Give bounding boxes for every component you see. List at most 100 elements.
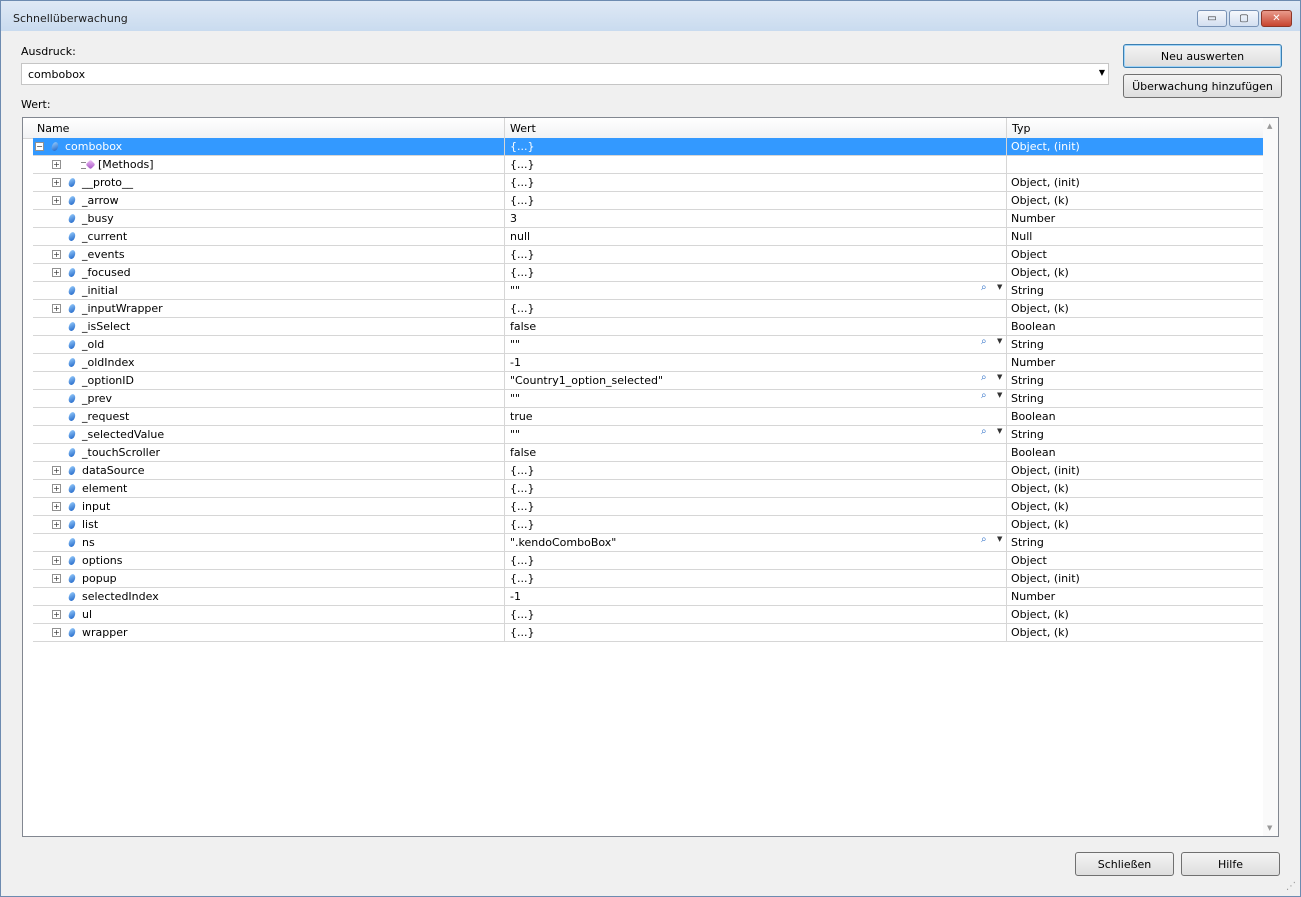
cell-value[interactable]: {...}: [510, 300, 535, 317]
magnifier-icon[interactable]: ⌕: [981, 426, 987, 437]
cell-value[interactable]: "": [510, 336, 520, 353]
expand-icon[interactable]: +: [52, 268, 61, 277]
expand-icon[interactable]: +: [52, 304, 61, 313]
cell-value[interactable]: {...}: [510, 246, 535, 263]
cell-value[interactable]: {...}: [510, 552, 535, 569]
expand-icon[interactable]: +: [52, 556, 61, 565]
chevron-down-icon[interactable]: ▼: [1099, 68, 1105, 77]
table-row[interactable]: _isSelect false Boolean: [33, 318, 1263, 336]
scroll-up-icon[interactable]: ▲: [1267, 122, 1272, 130]
reevaluate-button[interactable]: Neu auswerten: [1123, 44, 1282, 68]
magnifier-icon[interactable]: ⌕: [981, 390, 987, 401]
expand-icon[interactable]: +: [52, 178, 61, 187]
expand-icon[interactable]: +: [52, 628, 61, 637]
table-row[interactable]: + __proto__ {...} Object, (init): [33, 174, 1263, 192]
vertical-scrollbar[interactable]: ▲ ▼: [1263, 118, 1278, 836]
table-row[interactable]: + _arrow {...} Object, (k): [33, 192, 1263, 210]
table-row[interactable]: + wrapper {...} Object, (k): [33, 624, 1263, 642]
table-row[interactable]: _touchScroller false Boolean: [33, 444, 1263, 462]
magnifier-icon[interactable]: ⌕: [981, 534, 987, 545]
cell-value[interactable]: {...}: [510, 570, 535, 587]
visualizer-dropdown-icon[interactable]: ▼: [997, 535, 1002, 543]
expand-icon[interactable]: +: [52, 574, 61, 583]
cell-value[interactable]: {...}: [510, 516, 535, 533]
table-row[interactable]: + ul {...} Object, (k): [33, 606, 1263, 624]
magnifier-icon[interactable]: ⌕: [981, 282, 987, 293]
cell-value[interactable]: -1: [510, 354, 521, 371]
close-window-button[interactable]: ✕: [1261, 10, 1292, 27]
table-row[interactable]: _current null Null: [33, 228, 1263, 246]
cell-value[interactable]: {...}: [510, 174, 535, 191]
table-row[interactable]: _initial "" ⌕ ▼ String: [33, 282, 1263, 300]
cell-value[interactable]: 3: [510, 210, 517, 227]
expand-icon[interactable]: +: [52, 196, 61, 205]
visualizer-dropdown-icon[interactable]: ▼: [997, 391, 1002, 399]
column-header-value[interactable]: Wert: [510, 122, 536, 135]
cell-value[interactable]: "": [510, 390, 520, 407]
table-row[interactable]: + _events {...} Object: [33, 246, 1263, 264]
cell-value[interactable]: {...}: [510, 156, 535, 173]
table-row[interactable]: + options {...} Object: [33, 552, 1263, 570]
collapse-icon[interactable]: −: [35, 142, 44, 151]
visualizer-dropdown-icon[interactable]: ▼: [997, 427, 1002, 435]
table-row[interactable]: + _inputWrapper {...} Object, (k): [33, 300, 1263, 318]
table-row[interactable]: + _focused {...} Object, (k): [33, 264, 1263, 282]
expand-icon[interactable]: +: [52, 484, 61, 493]
expression-input[interactable]: combobox: [28, 68, 85, 81]
table-row[interactable]: _prev "" ⌕ ▼ String: [33, 390, 1263, 408]
table-row[interactable]: − combobox {...} Object, (init): [33, 138, 1263, 156]
cell-value[interactable]: false: [510, 444, 536, 461]
table-row[interactable]: + popup {...} Object, (init): [33, 570, 1263, 588]
cell-value[interactable]: null: [510, 228, 530, 245]
table-row[interactable]: + input {...} Object, (k): [33, 498, 1263, 516]
visualizer-dropdown-icon[interactable]: ▼: [997, 337, 1002, 345]
magnifier-icon[interactable]: ⌕: [981, 372, 987, 383]
add-watch-button[interactable]: Überwachung hinzufügen: [1123, 74, 1282, 98]
visualizer-dropdown-icon[interactable]: ▼: [997, 373, 1002, 381]
table-row[interactable]: _optionID "Country1_option_selected" ⌕ ▼ Str…: [33, 372, 1263, 390]
cell-value[interactable]: "Country1_option_selected": [510, 372, 663, 389]
column-divider[interactable]: [1006, 118, 1007, 138]
table-row[interactable]: _busy 3 Number: [33, 210, 1263, 228]
scroll-down-icon[interactable]: ▼: [1267, 824, 1272, 832]
help-button[interactable]: Hilfe: [1181, 852, 1280, 876]
table-row[interactable]: + dataSource {...} Object, (init): [33, 462, 1263, 480]
expand-icon[interactable]: +: [52, 250, 61, 259]
expand-icon[interactable]: +: [52, 610, 61, 619]
cell-value[interactable]: ".kendoComboBox": [510, 534, 616, 551]
table-row[interactable]: + element {...} Object, (k): [33, 480, 1263, 498]
cell-value[interactable]: -1: [510, 588, 521, 605]
column-header-type[interactable]: Typ: [1012, 122, 1031, 135]
column-header-name[interactable]: Name: [37, 122, 69, 135]
close-button[interactable]: Schließen: [1075, 852, 1174, 876]
minimize-button[interactable]: ▭: [1197, 10, 1227, 27]
table-row[interactable]: ns ".kendoComboBox" ⌕ ▼ String: [33, 534, 1263, 552]
table-row[interactable]: selectedIndex -1 Number: [33, 588, 1263, 606]
expand-icon[interactable]: +: [52, 160, 61, 169]
table-row[interactable]: _old "" ⌕ ▼ String: [33, 336, 1263, 354]
cell-value[interactable]: {...}: [510, 606, 535, 623]
table-row[interactable]: _oldIndex -1 Number: [33, 354, 1263, 372]
expand-icon[interactable]: +: [52, 466, 61, 475]
title-bar[interactable]: Schnellüberwachung ▭ ▢ ✕: [1, 1, 1300, 31]
visualizer-dropdown-icon[interactable]: ▼: [997, 283, 1002, 291]
column-divider[interactable]: [504, 118, 505, 138]
cell-value[interactable]: {...}: [510, 480, 535, 497]
cell-value[interactable]: {...}: [510, 462, 535, 479]
cell-value[interactable]: false: [510, 318, 536, 335]
maximize-button[interactable]: ▢: [1229, 10, 1259, 27]
expand-icon[interactable]: +: [52, 502, 61, 511]
cell-value[interactable]: "": [510, 426, 520, 443]
table-row[interactable]: + [Methods] {...}: [33, 156, 1263, 174]
table-row[interactable]: + list {...} Object, (k): [33, 516, 1263, 534]
expression-combobox[interactable]: combobox ▼: [21, 63, 1109, 85]
cell-value[interactable]: {...}: [510, 498, 535, 515]
cell-value[interactable]: {...}: [510, 192, 535, 209]
magnifier-icon[interactable]: ⌕: [981, 336, 987, 347]
resize-grip-icon[interactable]: ⋰: [1286, 881, 1296, 892]
table-row[interactable]: _request true Boolean: [33, 408, 1263, 426]
cell-value[interactable]: true: [510, 408, 533, 425]
table-row[interactable]: _selectedValue "" ⌕ ▼ String: [33, 426, 1263, 444]
expand-icon[interactable]: +: [52, 520, 61, 529]
cell-value[interactable]: {...}: [510, 264, 535, 281]
